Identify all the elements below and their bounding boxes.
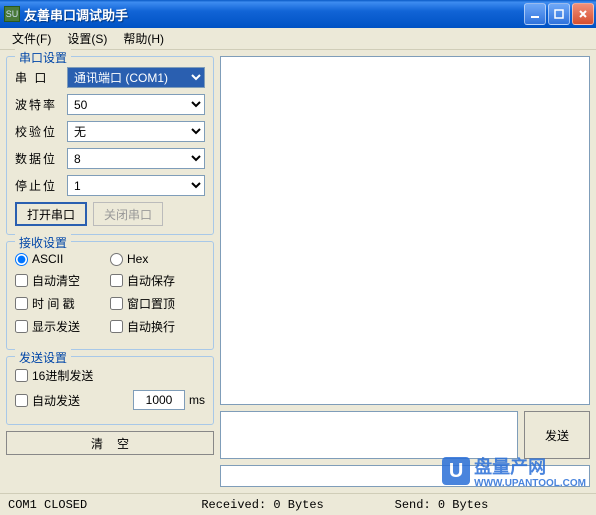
status-sent: Send: 0 Bytes bbox=[395, 498, 588, 512]
status-port: COM1 CLOSED bbox=[8, 498, 201, 512]
ascii-radio[interactable] bbox=[15, 253, 28, 266]
databits-label: 数据位 bbox=[15, 150, 61, 167]
menu-settings[interactable]: 设置(S) bbox=[59, 28, 115, 49]
receive-settings-title: 接收设置 bbox=[15, 234, 71, 251]
close-button[interactable] bbox=[572, 3, 594, 25]
interval-unit: ms bbox=[189, 393, 205, 407]
timestamp-checkbox[interactable] bbox=[15, 297, 28, 310]
auto-wrap-checkbox[interactable] bbox=[110, 320, 123, 333]
databits-select[interactable]: 8 bbox=[67, 148, 205, 169]
parity-label: 校验位 bbox=[15, 123, 61, 140]
menubar: 文件(F) 设置(S) 帮助(H) bbox=[0, 28, 596, 50]
show-send-checkbox[interactable] bbox=[15, 320, 28, 333]
minimize-button[interactable] bbox=[524, 3, 546, 25]
clear-button[interactable]: 清空 bbox=[6, 431, 214, 455]
baud-label: 波特率 bbox=[15, 96, 61, 113]
send-button[interactable]: 发送 bbox=[524, 411, 590, 459]
app-icon: SU bbox=[4, 6, 20, 22]
maximize-button[interactable] bbox=[548, 3, 570, 25]
menu-help[interactable]: 帮助(H) bbox=[115, 28, 172, 49]
status-received: Received: 0 Bytes bbox=[201, 498, 394, 512]
auto-save-checkbox[interactable] bbox=[110, 274, 123, 287]
receive-textarea[interactable] bbox=[220, 56, 590, 405]
titlebar: SU 友善串口调试助手 bbox=[0, 0, 596, 28]
send-settings-group: 发送设置 16进制发送 自动发送 ms bbox=[6, 356, 214, 425]
timestamp-label: 时 间 戳 bbox=[32, 295, 75, 312]
send-settings-title: 发送设置 bbox=[15, 349, 71, 366]
port-select[interactable]: 通讯端口 (COM1) bbox=[67, 67, 205, 88]
auto-send-checkbox[interactable] bbox=[15, 394, 28, 407]
baud-select[interactable]: 50 bbox=[67, 94, 205, 115]
receive-settings-group: 接收设置 ASCII Hex 自动清空 自动保存 时 间 戳 窗口置顶 显示发送… bbox=[6, 241, 214, 350]
port-label: 串 口 bbox=[15, 69, 61, 86]
auto-clear-checkbox[interactable] bbox=[15, 274, 28, 287]
show-send-label: 显示发送 bbox=[32, 318, 80, 335]
auto-send-label: 自动发送 bbox=[32, 392, 80, 409]
command-input[interactable] bbox=[220, 465, 590, 487]
open-port-button[interactable]: 打开串口 bbox=[15, 202, 87, 226]
auto-save-label: 自动保存 bbox=[127, 272, 175, 289]
ascii-label: ASCII bbox=[32, 252, 63, 266]
menu-file[interactable]: 文件(F) bbox=[4, 28, 59, 49]
stopbits-select[interactable]: 1 bbox=[67, 175, 205, 196]
serial-settings-group: 串口设置 串 口 通讯端口 (COM1) 波特率 50 校验位 无 数据位 8 … bbox=[6, 56, 214, 235]
hex-radio[interactable] bbox=[110, 253, 123, 266]
hex-send-checkbox[interactable] bbox=[15, 369, 28, 382]
serial-settings-title: 串口设置 bbox=[15, 49, 71, 66]
statusbar: COM1 CLOSED Received: 0 Bytes Send: 0 By… bbox=[0, 493, 596, 515]
window-title: 友善串口调试助手 bbox=[24, 5, 524, 24]
hex-send-label: 16进制发送 bbox=[32, 367, 93, 384]
auto-clear-label: 自动清空 bbox=[32, 272, 80, 289]
send-textarea[interactable] bbox=[220, 411, 518, 459]
topmost-checkbox[interactable] bbox=[110, 297, 123, 310]
parity-select[interactable]: 无 bbox=[67, 121, 205, 142]
hex-label: Hex bbox=[127, 252, 148, 266]
stopbits-label: 停止位 bbox=[15, 177, 61, 194]
interval-input[interactable] bbox=[133, 390, 185, 410]
auto-wrap-label: 自动换行 bbox=[127, 318, 175, 335]
topmost-label: 窗口置顶 bbox=[127, 295, 175, 312]
close-port-button: 关闭串口 bbox=[93, 202, 163, 226]
